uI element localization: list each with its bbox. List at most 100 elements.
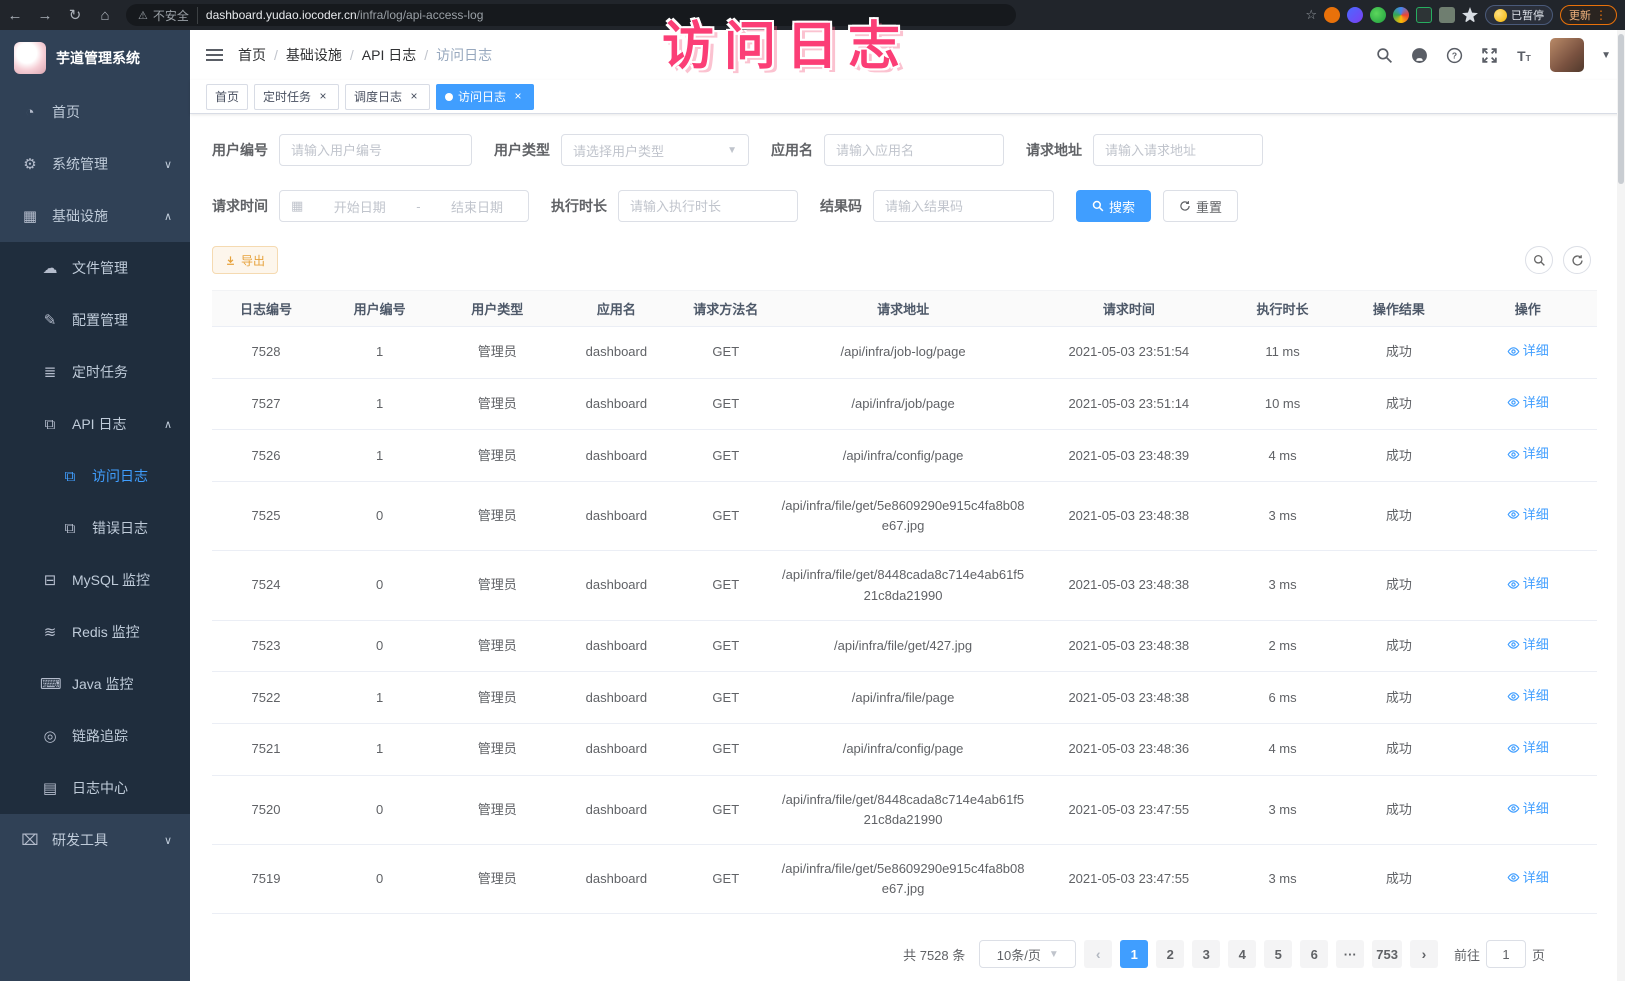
chevron-up-icon: ∧ (164, 418, 172, 431)
detail-link[interactable]: 详细 (1507, 868, 1549, 888)
detail-link[interactable]: 详细 (1507, 505, 1549, 525)
tab-定时任务[interactable]: 定时任务 × (254, 84, 339, 110)
detail-link[interactable]: 详细 (1507, 444, 1549, 464)
close-icon[interactable]: × (511, 90, 525, 104)
tab-调度日志[interactable]: 调度日志× (345, 84, 430, 110)
url-text: dashboard.yudao.iocoder.cn/infra/log/api… (206, 8, 484, 22)
github-icon[interactable] (1410, 46, 1428, 64)
extension-icon-6[interactable] (1439, 7, 1455, 23)
tab-label: 定时任务 (263, 88, 311, 105)
browser-menu-icon[interactable]: ⋮ (1595, 8, 1608, 22)
sidebar-item-infrastructure[interactable]: ▦基础设施∧ (0, 190, 190, 242)
duration-input[interactable] (630, 199, 786, 214)
extension-icon-7[interactable] (1462, 7, 1478, 23)
sidebar-item-access-log[interactable]: ⧉访问日志 (0, 450, 190, 502)
prev-page-button[interactable]: ‹ (1084, 940, 1112, 968)
reset-button[interactable]: 重置 (1163, 190, 1238, 222)
browser-reload-icon[interactable]: ↻ (60, 6, 90, 24)
browser-forward-icon[interactable]: → (30, 7, 60, 24)
docs-question-icon[interactable]: ? (1445, 46, 1463, 64)
close-icon[interactable]: × (407, 90, 421, 104)
user-avatar[interactable] (1550, 38, 1584, 72)
fullscreen-icon[interactable] (1480, 46, 1498, 64)
sidebar-item-java-monitor[interactable]: ⌨Java 监控 (0, 658, 190, 710)
export-button[interactable]: 导出 (212, 246, 278, 274)
detail-link[interactable]: 详细 (1507, 574, 1549, 594)
search-icon[interactable] (1375, 46, 1393, 64)
address-bar[interactable]: ⚠ 不安全 dashboard.yudao.iocoder.cn/infra/l… (126, 4, 1016, 26)
tab-访问日志[interactable]: 访问日志× (436, 84, 534, 110)
page-button-1[interactable]: 1 (1120, 940, 1148, 968)
sidebar-item-config-management[interactable]: ✎配置管理 (0, 294, 190, 346)
avatar-caret-down-icon[interactable]: ▼ (1601, 50, 1611, 61)
page-button-6[interactable]: 6 (1300, 940, 1328, 968)
sidebar-item-error-log[interactable]: ⧉错误日志 (0, 502, 190, 554)
user-type-select[interactable]: 请选择用户类型▼ (561, 134, 749, 166)
cell-time: 2021-05-03 23:51:54 (1032, 327, 1226, 379)
extension-icon-5[interactable] (1416, 7, 1432, 23)
search-button[interactable]: 搜索 (1076, 190, 1151, 222)
cell-user_type: 管理员 (439, 620, 555, 672)
toggle-search-icon[interactable] (1525, 246, 1553, 274)
page-button-753[interactable]: 753 (1372, 940, 1402, 968)
page-button-2[interactable]: 2 (1156, 940, 1184, 968)
extension-icon-2[interactable] (1347, 7, 1363, 23)
logo-area[interactable]: 芋道管理系统 (0, 30, 190, 86)
cell-app: dashboard (555, 430, 677, 482)
breadcrumb-item-2[interactable]: API 日志 (362, 45, 416, 65)
goto-page-input[interactable] (1486, 940, 1526, 968)
detail-link[interactable]: 详细 (1507, 393, 1549, 413)
detail-link[interactable]: 详细 (1507, 738, 1549, 758)
extension-icon-4[interactable] (1393, 7, 1409, 23)
cell-duration: 4 ms (1226, 724, 1340, 776)
browser-back-icon[interactable]: ← (0, 7, 30, 24)
sidebar-item-mysql-monitor[interactable]: ⊟MySQL 监控 (0, 554, 190, 606)
next-page-button[interactable]: › (1410, 940, 1438, 968)
sidebar-item-scheduled-jobs[interactable]: ≣定时任务 (0, 346, 190, 398)
font-size-icon[interactable]: TT (1515, 46, 1533, 64)
browser-home-icon[interactable]: ⌂ (90, 7, 120, 24)
detail-link[interactable]: 详细 (1507, 341, 1549, 361)
sidebar-item-dev-tools[interactable]: ⌧研发工具∨ (0, 814, 190, 866)
app-name-input[interactable] (836, 143, 992, 158)
more-pages-button[interactable]: ··· (1336, 940, 1364, 968)
pagination: 共 7528 条 10条/页 ▼ ‹ 123456···753 › 前往 页 (212, 940, 1545, 968)
sidebar-item-trace[interactable]: ◎链路追踪 (0, 710, 190, 762)
sidebar-item-home[interactable]: ◔首页 (0, 86, 190, 138)
detail-link[interactable]: 详细 (1507, 799, 1549, 819)
paused-badge[interactable]: 已暂停 (1485, 5, 1553, 25)
close-icon[interactable]: × (316, 90, 330, 104)
page-button-4[interactable]: 4 (1228, 940, 1256, 968)
bookmark-star-icon[interactable]: ☆ (1305, 7, 1317, 23)
sidebar-item-redis-monitor[interactable]: ≋Redis 监控 (0, 606, 190, 658)
column-header-请求时间: 请求时间 (1032, 291, 1226, 327)
refresh-table-icon[interactable] (1563, 246, 1591, 274)
update-button[interactable]: 更新⋮ (1560, 5, 1617, 25)
breadcrumb-item-1[interactable]: 基础设施 (286, 45, 342, 65)
breadcrumb-separator: / (350, 47, 354, 63)
hamburger-icon[interactable] (190, 49, 238, 61)
detail-link[interactable]: 详细 (1507, 635, 1549, 655)
page-button-3[interactable]: 3 (1192, 940, 1220, 968)
sidebar-item-api-log[interactable]: ⧉API 日志∧ (0, 398, 190, 450)
sidebar-item-system-management[interactable]: ⚙系统管理∨ (0, 138, 190, 190)
user-id-input[interactable] (291, 143, 460, 158)
tab-首页[interactable]: 首页 (206, 84, 248, 110)
detail-link[interactable]: 详细 (1507, 686, 1549, 706)
extension-icon-1[interactable] (1324, 7, 1340, 23)
result-code-input[interactable] (885, 199, 1042, 214)
page-size-select[interactable]: 10条/页 ▼ (979, 940, 1076, 968)
infra-icon: ▦ (20, 207, 40, 225)
sidebar-item-file-management[interactable]: ☁文件管理 (0, 242, 190, 294)
scrollbar-thumb[interactable] (1618, 34, 1624, 184)
end-date-placeholder: 结束日期 (451, 197, 503, 216)
extension-icon-3[interactable] (1370, 7, 1386, 23)
cell-url: /api/infra/config/page (774, 430, 1032, 482)
breadcrumb-item-0[interactable]: 首页 (238, 45, 266, 65)
page-button-5[interactable]: 5 (1264, 940, 1292, 968)
date-range-picker[interactable]: ▦ 开始日期 - 结束日期 (279, 190, 529, 222)
request-url-input[interactable] (1105, 143, 1251, 158)
sidebar-item-log-center[interactable]: ▤日志中心 (0, 762, 190, 814)
column-header-应用名: 应用名 (555, 291, 677, 327)
page-scrollbar[interactable] (1617, 30, 1625, 981)
